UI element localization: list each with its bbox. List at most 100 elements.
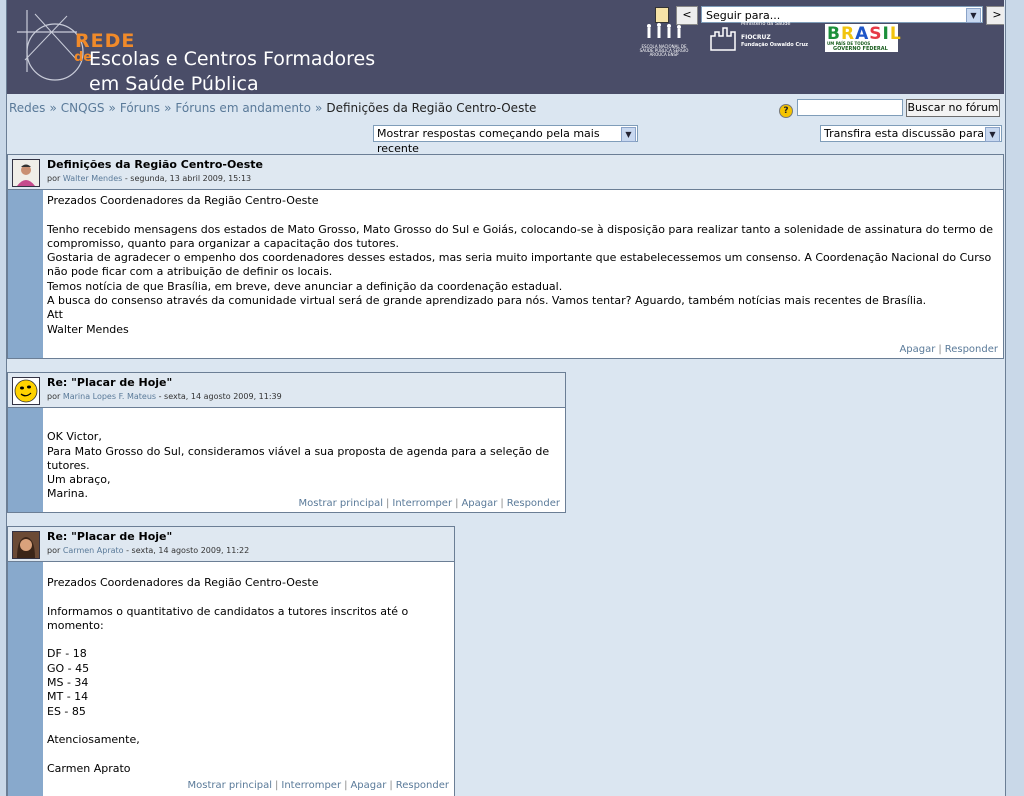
post-body-line: Carmen Aprato <box>47 761 131 775</box>
command-separator: | <box>500 498 504 509</box>
chevron-down-icon: ▼ <box>966 8 981 23</box>
post-date: - segunda, 13 abril 2009, 15:13 <box>124 174 252 183</box>
command-separator: | <box>455 498 459 509</box>
post-body-line: Tenho recebido mensagens dos estados de … <box>47 222 997 250</box>
post-body-line: Att <box>47 308 63 322</box>
post-body-line: A busca do consenso através da comunidad… <box>47 294 927 308</box>
post-command-mostrar-principal[interactable]: Mostrar principal <box>299 498 384 509</box>
post-body-line: Informamos o quantitativo de candidatos … <box>47 604 412 632</box>
breadcrumb-foruns-andamento[interactable]: Fóruns em andamento <box>175 101 311 115</box>
post-date: - sexta, 14 agosto 2009, 11:22 <box>126 546 250 555</box>
breadcrumb-separator: » <box>108 101 116 115</box>
post-author-link[interactable]: Carmen Aprato <box>63 546 124 555</box>
breadcrumb-separator: » <box>49 101 57 115</box>
logo-title-line1: Escolas e Centros Formadores <box>89 48 376 70</box>
display-mode-select[interactable]: Mostrar respostas começando pela mais re… <box>373 125 638 155</box>
nav-next-button[interactable]: > <box>986 6 1004 25</box>
command-separator: | <box>389 780 393 791</box>
post-body-line <box>47 416 559 430</box>
brasil-letter: I <box>882 24 890 44</box>
forum-post: Re: "Placar de Hoje" por Marina Lopes F.… <box>7 372 566 513</box>
post-body-line: Para Mato Grosso do Sul, consideramos vi… <box>47 444 553 472</box>
post-commands: Mostrar principal | Interromper | Apagar | Res… <box>299 498 561 509</box>
post-body-line: MS - 34 <box>47 676 89 690</box>
post-command-responder[interactable]: Responder <box>507 498 560 509</box>
ministry-text: Ministério da Saúde <box>741 21 791 27</box>
ensp-text: ESCOLA NACIONAL DE SAÚDE PÚBLICA SERGIO … <box>639 44 689 57</box>
smiley-avatar[interactable] <box>12 377 40 405</box>
post-header: Re: "Placar de Hoje" por Carmen Aprato -… <box>8 527 454 562</box>
command-separator: | <box>386 498 390 509</box>
post-command-interromper[interactable]: Interromper <box>281 780 341 791</box>
post-body: OK Victor, Para Mato Grosso do Sul, consi… <box>47 416 559 502</box>
post-left-bar <box>8 527 43 796</box>
post-body-line: ES - 85 <box>47 704 86 718</box>
post-author-link[interactable]: Marina Lopes F. Mateus <box>63 392 156 401</box>
post-body: Prezados Coordenadores da Região Centro-… <box>47 194 997 337</box>
breadcrumb: Redes» CNQGS» Fóruns» Fóruns em andamento» D… <box>9 101 536 115</box>
post-header: Re: "Placar de Hoje" por Marina Lopes F.… <box>8 373 565 408</box>
post-body-line: GO - 45 <box>47 661 90 675</box>
post-body-line: Gostaria de agradecer o empenho dos coor… <box>47 251 995 279</box>
person-avatar[interactable] <box>12 159 40 187</box>
brasil-logo: BRASIL UM PAÍS DE TODOS GOVERNO FEDERAL <box>825 24 901 52</box>
post-body-line <box>47 633 448 647</box>
post-byline: por Carmen Aprato - sexta, 14 agosto 200… <box>47 546 250 555</box>
help-icon[interactable]: ? <box>779 104 793 118</box>
move-discussion-select[interactable]: Transfira esta discussão para ... ▼ <box>820 125 1002 142</box>
post-body-line: Temos notícia de que Brasília, em breve,… <box>47 279 563 293</box>
breadcrumb-separator: » <box>314 101 323 115</box>
breadcrumb-redes[interactable]: Redes <box>9 101 45 115</box>
breadcrumb-cnqgs[interactable]: CNQGS <box>61 101 105 115</box>
ensp-logo: ESCOLA NACIONAL DE SAÚDE PÚBLICA SERGIO … <box>639 22 689 57</box>
post-commands: Mostrar principal | Interromper | Apagar | Res… <box>188 780 450 791</box>
move-discussion-value: Transfira esta discussão para ... <box>824 127 998 140</box>
forum-search-input[interactable] <box>797 99 903 116</box>
book-icon <box>655 7 669 23</box>
post-header: Definições da Região Centro-Oeste por Wa… <box>8 155 1003 190</box>
post-body-line: Prezados Coordenadores da Região Centro-… <box>47 194 319 207</box>
fiocruz-logo: Ministério da Saúde FIOCRUZ Fundação Osw… <box>709 21 819 54</box>
post-body-line: Prezados Coordenadores da Região Centro-… <box>47 576 319 589</box>
forum-post: Definições da Região Centro-Oeste por Wa… <box>7 154 1004 359</box>
post-command-apagar[interactable]: Apagar <box>461 498 497 509</box>
post-body-line: DF - 18 <box>47 647 87 661</box>
post-command-apagar[interactable]: Apagar <box>350 780 386 791</box>
brasil-letter: S <box>869 24 883 44</box>
post-body-line: OK Victor, <box>47 430 102 444</box>
post-body: Prezados Coordenadores da Região Centro-… <box>47 576 448 776</box>
breadcrumb-foruns[interactable]: Fóruns <box>120 101 160 115</box>
post-subject: Re: "Placar de Hoje" <box>47 530 173 543</box>
post-body-line <box>47 719 448 733</box>
post-body-line <box>47 590 448 604</box>
post-body-line: Um abraço, <box>47 473 111 487</box>
post-command-apagar[interactable]: Apagar <box>899 344 935 355</box>
brasil-sub2: GOVERNO FEDERAL <box>833 46 888 52</box>
post-author-link[interactable]: Walter Mendes <box>63 174 122 183</box>
logo-title-line2: em Saúde Pública <box>89 73 259 94</box>
command-separator: | <box>938 344 942 355</box>
command-separator: | <box>344 780 348 791</box>
post-subject: Re: "Placar de Hoje" <box>47 376 173 389</box>
fiocruz-castle-icon <box>710 27 736 51</box>
post-byline: por Walter Mendes - segunda, 13 abril 20… <box>47 174 252 183</box>
person-avatar[interactable] <box>12 531 40 559</box>
post-body-line <box>47 748 448 762</box>
forum-post: Re: "Placar de Hoje" por Carmen Aprato -… <box>7 526 455 796</box>
post-byline: por Marina Lopes F. Mateus - sexta, 14 a… <box>47 392 282 401</box>
post-command-interromper[interactable]: Interromper <box>392 498 452 509</box>
post-body-line: Atenciosamente, <box>47 733 140 747</box>
forum-search-button[interactable]: Buscar no fórum <box>906 99 1000 117</box>
post-body-line <box>47 208 997 222</box>
fiocruz-sub: Fundação Oswaldo Cruz <box>741 42 809 48</box>
post-command-responder[interactable]: Responder <box>396 780 449 791</box>
chevron-down-icon: ▼ <box>621 127 636 142</box>
breadcrumb-current: Definições da Região Centro-Oeste <box>326 101 537 115</box>
post-subject: Definições da Região Centro-Oeste <box>47 158 264 171</box>
post-command-responder[interactable]: Responder <box>945 344 998 355</box>
post-command-mostrar-principal[interactable]: Mostrar principal <box>188 780 273 791</box>
ensp-figures-icon <box>647 23 681 38</box>
post-body-line: Walter Mendes <box>47 322 129 336</box>
breadcrumb-separator: » <box>164 101 172 115</box>
fiocruz-name: FIOCRUZ <box>741 34 771 41</box>
